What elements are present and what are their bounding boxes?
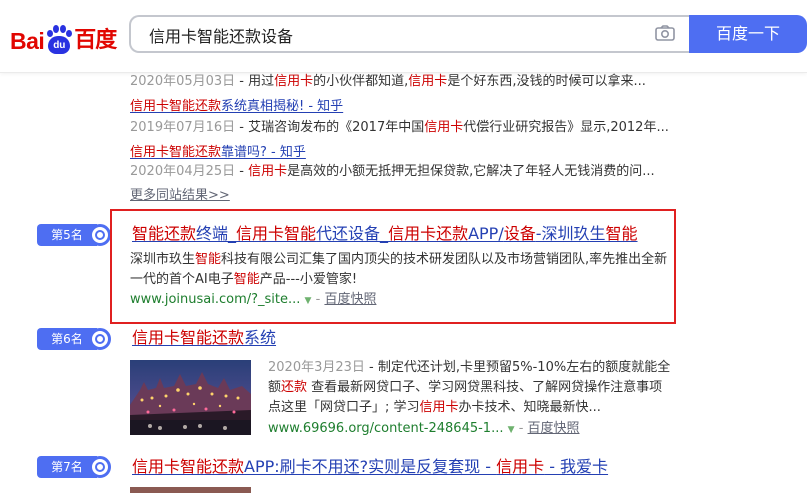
dropdown-arrow-icon[interactable]: ▼ xyxy=(305,296,312,306)
rank-badge: 第7名 xyxy=(37,456,115,478)
result-url[interactable]: www.69696.org/content-248645-1... xyxy=(268,421,503,436)
logo-bai: Bai xyxy=(10,28,45,54)
search-button[interactable]: 百度一下 xyxy=(689,15,807,53)
result-thumbnail[interactable] xyxy=(130,487,251,493)
logo-baidu-cn: 百度 xyxy=(74,28,117,53)
result-thumbnail[interactable] xyxy=(130,360,251,435)
baidu-logo[interactable]: Bai du 百度 xyxy=(10,19,117,55)
rank-icon xyxy=(89,328,111,350)
subresult-title-link[interactable]: 信用卡智能还款靠谱吗? - 知乎 xyxy=(130,144,306,162)
search-box xyxy=(129,15,689,53)
snapshot-link[interactable]: 百度快照 xyxy=(324,292,376,307)
result-snippet: 深圳市玖生智能科技有限公司汇集了国内顶尖的技术研发团队以及市场营销团队,率先推出… xyxy=(130,252,668,267)
rank-badge: 第6名 xyxy=(37,328,115,350)
rank-label: 第7名 xyxy=(37,456,97,478)
result-url[interactable]: www.joinusai.com/?_site... xyxy=(130,292,300,307)
result-url-row: www.69696.org/content-248645-1... ▼ - 百度… xyxy=(268,421,580,436)
result-snippet: 2020年3月23日 - 制定代还计划,卡里预留5%-10%左右的额度就能全 xyxy=(268,360,671,375)
subresult-title-link[interactable]: 信用卡智能还款系统真相揭秘! - 知乎 xyxy=(130,98,343,116)
camera-icon[interactable] xyxy=(655,25,675,41)
result-title-link[interactable]: 信用卡智能还款系统 xyxy=(132,327,276,349)
rank-label: 第5名 xyxy=(37,224,97,246)
subresult-snippet: 2020年04月25日 - 信用卡是高效的小额无抵押无担保贷款,它解决了年轻人无… xyxy=(130,164,655,179)
result-snippet: 额还款 查看最新网贷口子、学习网贷黑科技、了解网贷操作注意事项 xyxy=(268,380,663,395)
results-area: 2020年05月03日 - 用过信用卡的小伙伴都知道,信用卡是个好东西,没钱的时… xyxy=(0,72,807,493)
rank-icon xyxy=(89,456,111,478)
more-same-site-link[interactable]: 更多同站结果>> xyxy=(130,187,230,205)
result-title-link[interactable]: 智能还款终端_信用卡智能代还设备_信用卡还款APP/设备-深圳玖生智能 xyxy=(132,223,638,245)
rank-icon xyxy=(89,224,111,246)
result-title-link[interactable]: 信用卡智能还款APP:刷卡不用还?实则是反复套现 - 信用卡 - 我爱卡 xyxy=(132,456,608,478)
subresult-snippet: 2019年07月16日 - 艾瑞咨询发布的《2017年中国信用卡代偿行业研究报告… xyxy=(130,120,669,135)
result-snippet: 点这里「网贷口子」; 学习信用卡办卡技术、知晓最新快... xyxy=(268,400,601,415)
header-bar: Bai du 百度 百度一下 xyxy=(0,0,807,73)
rank-badge: 第5名 xyxy=(37,224,115,246)
paw-icon: du xyxy=(45,25,73,55)
dropdown-arrow-icon[interactable]: ▼ xyxy=(508,425,515,435)
subresult-snippet: 2020年05月03日 - 用过信用卡的小伙伴都知道,信用卡是个好东西,没钱的时… xyxy=(130,74,646,89)
rank-label: 第6名 xyxy=(37,328,97,350)
result-snippet: 一代的首个AI电子智能产品---小爱管家! xyxy=(130,272,358,287)
search-input[interactable] xyxy=(147,17,631,53)
snapshot-link[interactable]: 百度快照 xyxy=(528,421,580,436)
result-url-row: www.joinusai.com/?_site... ▼ - 百度快照 xyxy=(130,292,377,307)
